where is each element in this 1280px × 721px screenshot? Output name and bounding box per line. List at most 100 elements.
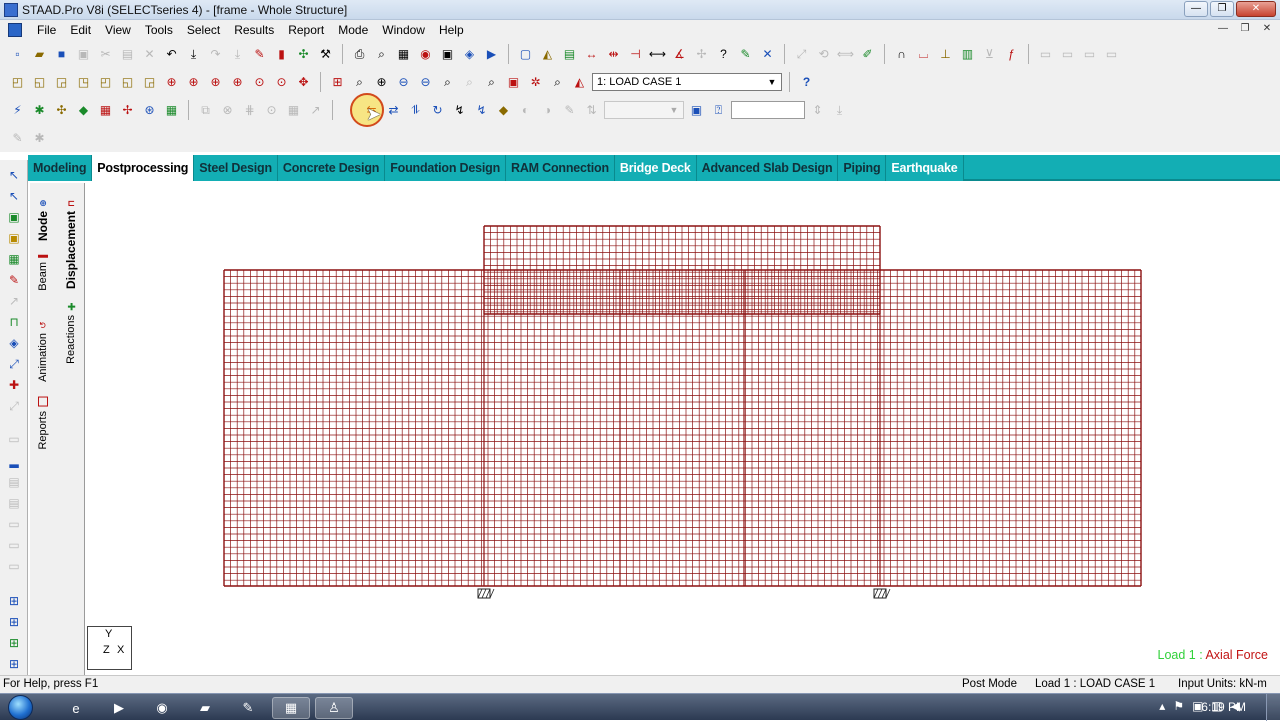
structure-icon[interactable]: ✣	[294, 45, 313, 64]
maximize-button[interactable]: ❐	[1210, 1, 1234, 17]
select-beam-icon[interactable]: ▣	[5, 208, 23, 226]
chrome-icon[interactable]: ◉	[143, 697, 181, 719]
column-icon[interactable]: ⊥	[936, 45, 955, 64]
delete-icon[interactable]: ✕	[140, 45, 159, 64]
snapshot-icon[interactable]: ◉	[416, 45, 435, 64]
page-tab-reports[interactable]: Reports	[37, 397, 49, 450]
menu-view[interactable]: View	[98, 23, 138, 37]
download-icon[interactable]: ⤓	[184, 45, 203, 64]
front-view-icon[interactable]: ◱	[30, 73, 49, 92]
save-icon[interactable]: ■	[52, 45, 71, 64]
tape-icon[interactable]: ⊣	[626, 45, 645, 64]
tab-advanced-slab-design[interactable]: Advanced Slab Design	[697, 155, 839, 181]
page-tab-beam[interactable]: Beam	[37, 255, 49, 291]
disabled-tool-5-icon[interactable]: ⧉	[196, 101, 215, 120]
undo-icon[interactable]: ↶	[162, 45, 181, 64]
angle-icon[interactable]: ∡	[670, 45, 689, 64]
clock[interactable]: 6:19 PM	[1201, 700, 1246, 714]
chevron-down-icon[interactable]: ▼	[667, 103, 681, 117]
tab-piping[interactable]: Piping	[838, 155, 887, 181]
function-icon[interactable]: ƒ	[1002, 45, 1021, 64]
close-button[interactable]: ✕	[1236, 1, 1276, 17]
menu-select[interactable]: Select	[180, 23, 227, 37]
ruler-icon[interactable]: ▂	[5, 452, 23, 470]
select-geometry-icon[interactable]: ✢	[118, 101, 137, 120]
picture-icon[interactable]: ▣	[438, 45, 457, 64]
search-icon[interactable]: ⌕	[548, 73, 567, 92]
label-icon[interactable]: ▤	[560, 45, 579, 64]
moment-z-icon[interactable]: ↯	[472, 101, 491, 120]
zoom-all-icon[interactable]: ⌕	[482, 73, 501, 92]
menu-results[interactable]: Results	[227, 23, 281, 37]
document-icon[interactable]	[8, 23, 22, 37]
select-node-icon[interactable]: ↖	[5, 187, 23, 205]
disabled-left-8-icon[interactable]: ▭	[5, 557, 23, 575]
display-icon[interactable]: ▣	[504, 73, 523, 92]
doc-close-button[interactable]: ✕	[1258, 22, 1276, 36]
scale-icon[interactable]: ▣	[687, 101, 706, 120]
display-nodes-icon[interactable]: ⊞	[5, 592, 23, 610]
tab-modeling[interactable]: Modeling	[28, 155, 93, 181]
symbols-icon[interactable]: ✢	[692, 45, 711, 64]
report-icon[interactable]: ▮	[272, 45, 291, 64]
open-file-icon[interactable]: ▰	[30, 45, 49, 64]
add-node-icon[interactable]: ✚	[5, 376, 23, 394]
disabled-tool-16-icon[interactable]: ✱	[30, 129, 49, 148]
disabled-tool-1-icon[interactable]: ▭	[1036, 45, 1055, 64]
tab-steel-design[interactable]: Steel Design	[194, 155, 278, 181]
cross-section-icon[interactable]: ✕	[758, 45, 777, 64]
disabled-tool-9-icon[interactable]: ▦	[284, 101, 303, 120]
chevron-down-icon[interactable]: ▼	[765, 75, 779, 89]
structure-viewport[interactable]: Y Z X Load 1 : Axial Force	[86, 183, 1280, 675]
highlight-icon[interactable]: ◆	[494, 101, 513, 120]
cut-icon[interactable]: ✂	[96, 45, 115, 64]
display-solids-icon[interactable]: ⊞	[5, 655, 23, 673]
page-tab-displacement[interactable]: Displacement ⊓	[64, 197, 78, 289]
select-all-icon[interactable]: ⊛	[140, 101, 159, 120]
disabled-tool-7-icon[interactable]: ⋕	[240, 101, 259, 120]
cursor-icon[interactable]: ↖	[5, 166, 23, 184]
dimension-icon[interactable]: ◭	[538, 45, 557, 64]
rotate-left-icon[interactable]: ⊕	[206, 73, 225, 92]
disabled-left-4-icon[interactable]: ▤	[5, 473, 23, 491]
tab-earthquake[interactable]: Earthquake	[886, 155, 964, 181]
tab-ram-connection[interactable]: RAM Connection	[506, 155, 615, 181]
edit-icon[interactable]: ✎	[736, 45, 755, 64]
copy-icon[interactable]: ▣	[74, 45, 93, 64]
new-file-icon[interactable]: ▫	[8, 45, 27, 64]
help-icon[interactable]: ?	[797, 73, 816, 92]
select-beams-icon[interactable]: ✱	[30, 101, 49, 120]
zoom-window-icon[interactable]: ⌕	[350, 73, 369, 92]
ie-icon[interactable]: e	[57, 697, 95, 719]
right-view-icon[interactable]: ◰	[96, 73, 115, 92]
support-icon[interactable]: ⊻	[980, 45, 999, 64]
add-plate-icon[interactable]: ◈	[5, 334, 23, 352]
menu-help[interactable]: Help	[432, 23, 471, 37]
top-view-icon[interactable]: ◱	[118, 73, 137, 92]
down-icon[interactable]: ⤓	[830, 101, 849, 120]
doc-restore-button[interactable]: ❐	[1236, 22, 1254, 36]
rotate-icon[interactable]: ⟲	[814, 45, 833, 64]
disabled-left-7-icon[interactable]: ▭	[5, 536, 23, 554]
display-beams-icon[interactable]: ⊞	[5, 613, 23, 631]
paste-icon[interactable]: ▤	[118, 45, 137, 64]
disabled-left-1-icon[interactable]: ↗	[5, 292, 23, 310]
minimize-button[interactable]: —	[1184, 1, 1208, 17]
show-desktop-button[interactable]	[1266, 694, 1280, 721]
disabled-tool-8-icon[interactable]: ⊙	[262, 101, 281, 120]
grid-select-icon[interactable]: ▦	[162, 101, 181, 120]
query-icon[interactable]: ⍰	[709, 101, 728, 120]
staad-taskbar-icon[interactable]: ♙	[315, 697, 353, 719]
value-input[interactable]	[731, 101, 805, 119]
select-surface-icon[interactable]: ✎	[5, 271, 23, 289]
redo-icon[interactable]: ↷	[206, 45, 225, 64]
print-icon[interactable]: ⎙	[350, 45, 369, 64]
dynamic-zoom-icon[interactable]: ⌕	[460, 73, 479, 92]
menu-file[interactable]: File	[30, 23, 63, 37]
left-view-icon[interactable]: ◳	[74, 73, 93, 92]
hammer-icon[interactable]: ⚒	[316, 45, 335, 64]
tab-bridge-deck[interactable]: Bridge Deck	[615, 155, 697, 181]
tab-concrete-design[interactable]: Concrete Design	[278, 155, 386, 181]
disabled-tool-13-icon[interactable]: ✎	[560, 101, 579, 120]
rotate-down-icon[interactable]: ⊕	[184, 73, 203, 92]
